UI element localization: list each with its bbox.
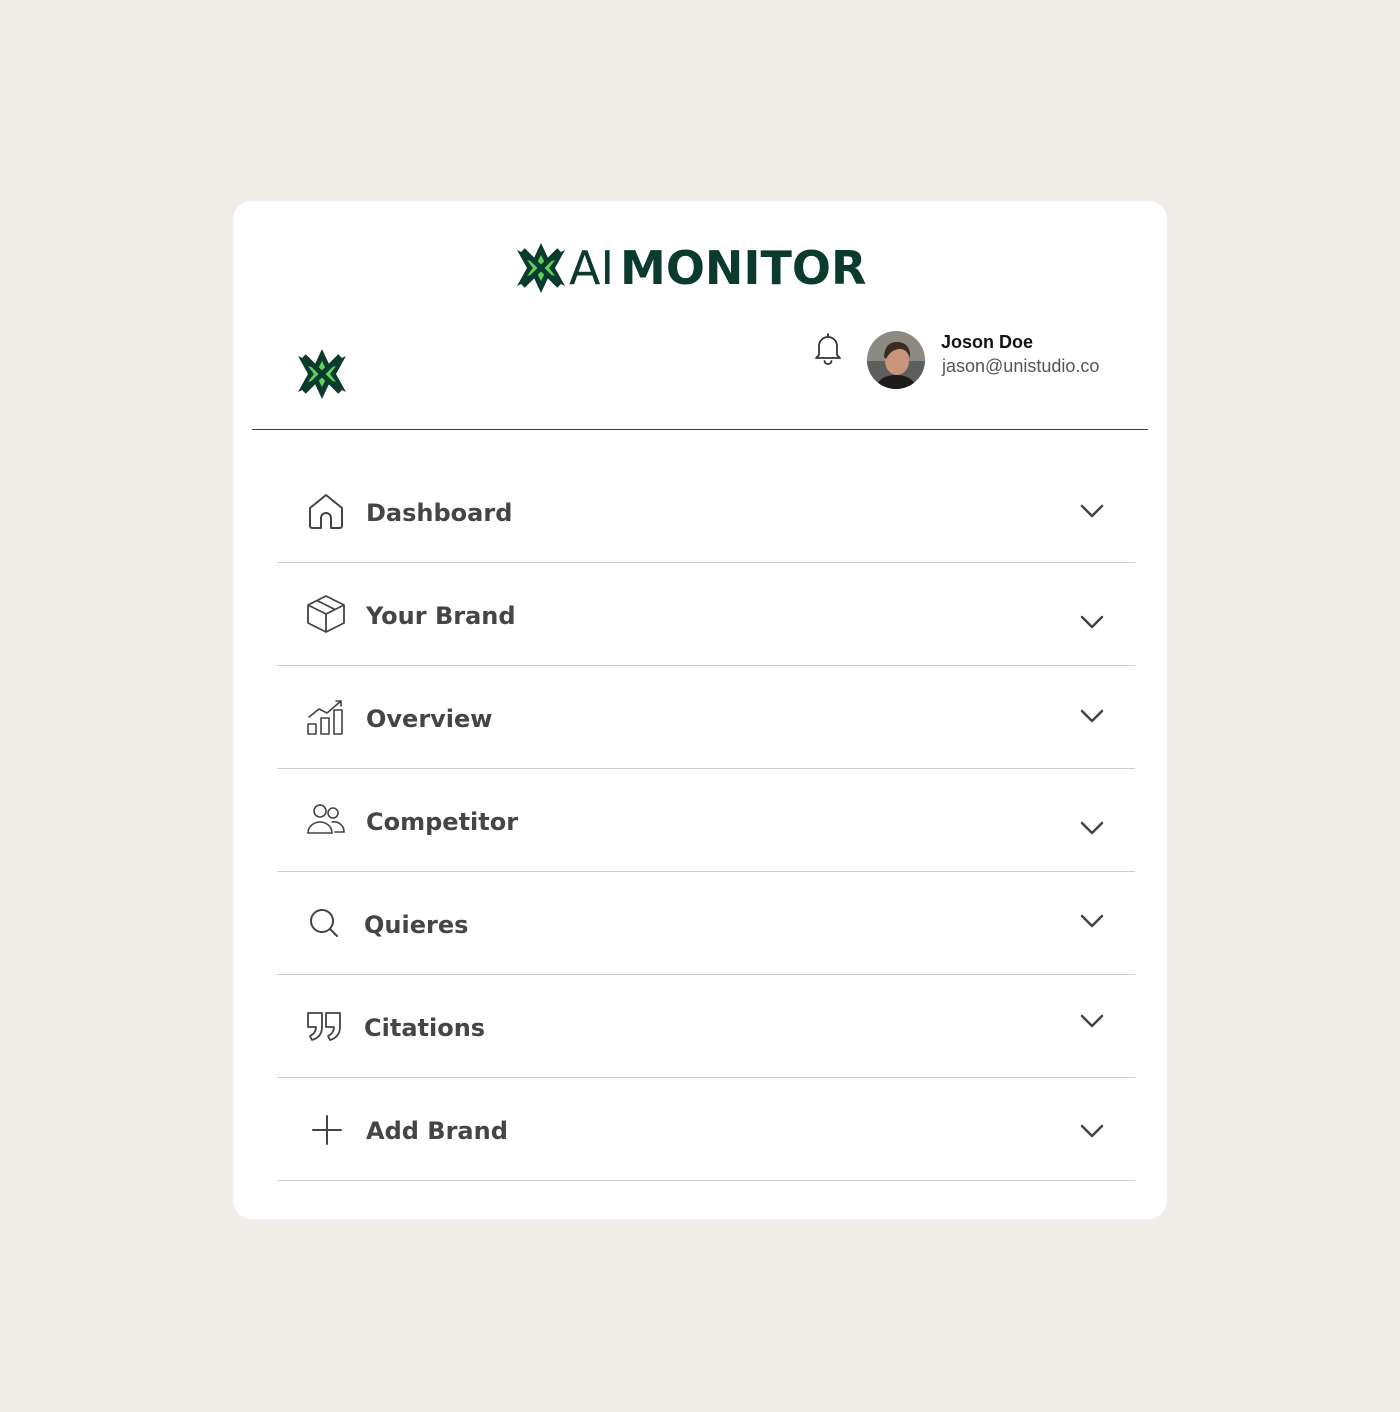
chevron-down-icon[interactable] bbox=[1079, 1008, 1105, 1034]
sidebar-item-add-brand[interactable]: Add Brand bbox=[277, 1078, 1135, 1181]
search-icon bbox=[310, 909, 338, 937]
brand-mark-icon bbox=[517, 243, 565, 293]
bell-icon[interactable] bbox=[812, 331, 844, 365]
chevron-down-icon[interactable] bbox=[1079, 908, 1105, 934]
sidebar-item-label: Overview bbox=[366, 705, 493, 733]
chevron-down-icon[interactable] bbox=[1079, 609, 1105, 635]
sidebar-menu: Dashboard Your Brand Overview Competitor… bbox=[277, 460, 1135, 1181]
sidebar-item-competitor[interactable]: Competitor bbox=[277, 769, 1135, 872]
chevron-down-icon[interactable] bbox=[1079, 815, 1105, 841]
sidebar-card: AI MONITOR Joson Doe jason@unistudio.co D… bbox=[233, 201, 1167, 1219]
sidebar-item-overview[interactable]: Overview bbox=[277, 666, 1135, 769]
bar-chart-icon bbox=[307, 700, 343, 735]
sidebar-item-dashboard[interactable]: Dashboard bbox=[277, 460, 1135, 563]
sidebar-item-label: Quieres bbox=[364, 911, 469, 939]
chevron-down-icon[interactable] bbox=[1079, 498, 1105, 524]
brand-logo: AI MONITOR bbox=[515, 242, 866, 294]
logo-ai-text: AI bbox=[569, 241, 615, 295]
sidebar-item-label: Citations bbox=[364, 1014, 486, 1042]
sidebar-item-label: Dashboard bbox=[366, 499, 513, 527]
user-name: Joson Doe bbox=[941, 332, 1034, 352]
sidebar-item-label: Add Brand bbox=[366, 1117, 508, 1145]
sidebar-brand-mark-icon[interactable] bbox=[296, 348, 348, 400]
sidebar-item-label: Competitor bbox=[366, 808, 519, 836]
sidebar-item-citations[interactable]: Citations bbox=[277, 975, 1135, 1078]
user-email: jason@unistudio.co bbox=[942, 356, 1100, 376]
avatar[interactable] bbox=[867, 331, 925, 389]
users-icon bbox=[307, 804, 345, 834]
logo-monitor-text: MONITOR bbox=[620, 241, 867, 295]
quote-icon bbox=[307, 1012, 341, 1041]
box-icon bbox=[307, 595, 345, 633]
header-divider bbox=[252, 429, 1148, 430]
brand-wordmark: AI MONITOR bbox=[569, 242, 866, 294]
sidebar-item-your-brand[interactable]: Your Brand bbox=[277, 563, 1135, 666]
home-icon bbox=[309, 494, 343, 529]
sidebar-item-quieres[interactable]: Quieres bbox=[277, 872, 1135, 975]
sidebar-item-label: Your Brand bbox=[366, 602, 516, 630]
plus-icon bbox=[312, 1115, 342, 1145]
chevron-down-icon[interactable] bbox=[1079, 703, 1105, 729]
chevron-down-icon[interactable] bbox=[1079, 1118, 1105, 1144]
